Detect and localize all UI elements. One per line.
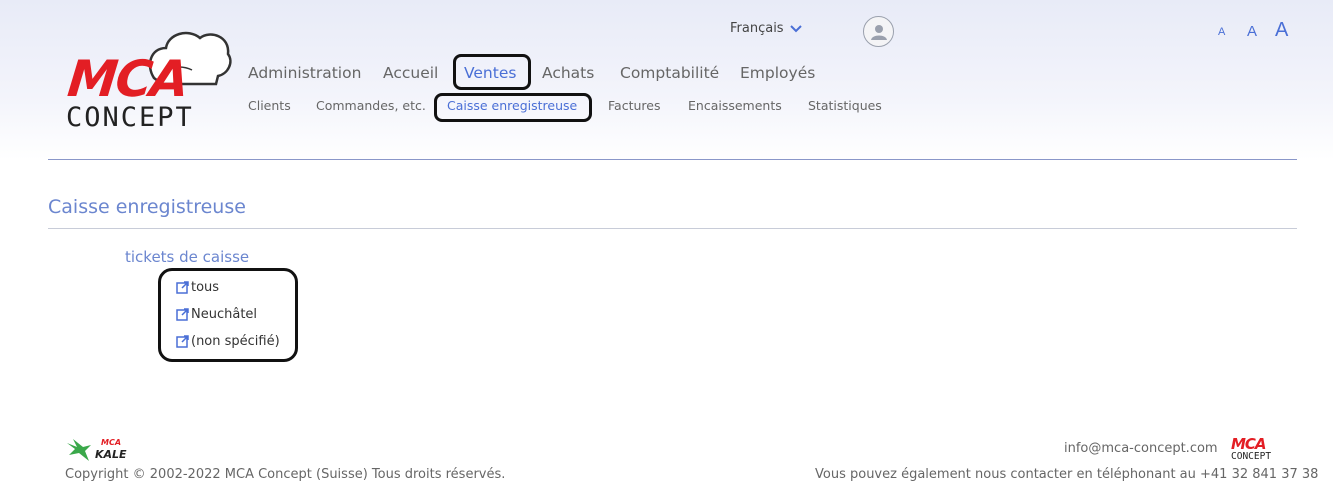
link-label: tous	[191, 280, 220, 295]
subnav-encaissements[interactable]: Encaissements	[688, 98, 782, 113]
external-link-icon	[176, 281, 189, 294]
mca-kale-logo[interactable]: MCA KALE	[65, 437, 129, 465]
language-selector[interactable]: Français	[730, 21, 802, 36]
link-neuchatel[interactable]: Neuchâtel	[176, 307, 257, 322]
contact-email-link[interactable]: info@mca-concept.com	[1064, 441, 1218, 456]
nav-achats[interactable]: Achats	[542, 64, 594, 82]
logo-mca-text: MCA	[64, 50, 191, 108]
subnav-factures[interactable]: Factures	[608, 98, 660, 113]
language-label: Français	[730, 21, 784, 36]
link-label: (non spécifié)	[191, 334, 280, 349]
nav-accueil[interactable]: Accueil	[383, 64, 438, 82]
header-divider	[48, 159, 1297, 160]
section-title: tickets de caisse	[125, 248, 250, 266]
external-link-icon	[176, 335, 189, 348]
nav-employes[interactable]: Employés	[740, 64, 815, 82]
page-title: Caisse enregistreuse	[48, 196, 246, 218]
footer-logo-concept: CONCEPT	[1231, 451, 1272, 462]
chevron-down-icon	[789, 22, 802, 36]
copyright-text: Copyright © 2002-2022 MCA Concept (Suiss…	[65, 467, 506, 482]
kale-logo-bottom: KALE	[95, 448, 127, 461]
nav-ventes[interactable]: Ventes	[464, 64, 516, 82]
nav-comptabilite[interactable]: Comptabilité	[620, 64, 719, 82]
font-size-small-button[interactable]: A	[1218, 26, 1225, 38]
subnav-statistiques[interactable]: Statistiques	[808, 98, 882, 113]
footer-mca-concept-logo[interactable]: MCA CONCEPT	[1230, 437, 1280, 465]
font-size-large-button[interactable]: A	[1275, 19, 1288, 42]
footer-logo-mca: MCA	[1231, 435, 1267, 453]
link-tous[interactable]: tous	[176, 280, 219, 295]
bird-icon	[67, 439, 91, 461]
external-link-icon	[176, 308, 189, 321]
kale-logo-top: MCA	[101, 438, 122, 447]
user-avatar-button[interactable]	[863, 16, 894, 47]
contact-phone-text: Vous pouvez également nous contacter en …	[815, 467, 1319, 482]
subnav-commandes[interactable]: Commandes, etc.	[316, 98, 426, 113]
title-divider	[48, 228, 1297, 229]
link-label: Neuchâtel	[191, 307, 258, 322]
subnav-caisse-enregistreuse[interactable]: Caisse enregistreuse	[447, 98, 577, 113]
logo-concept-text: CONCEPT	[66, 102, 194, 133]
subnav-clients[interactable]: Clients	[248, 98, 291, 113]
mca-concept-logo[interactable]: MCA CONCEPT	[62, 26, 234, 136]
user-icon	[870, 24, 887, 40]
font-size-medium-button[interactable]: A	[1247, 23, 1257, 40]
link-non-specifie[interactable]: (non spécifié)	[176, 334, 280, 349]
nav-administration[interactable]: Administration	[248, 64, 361, 82]
